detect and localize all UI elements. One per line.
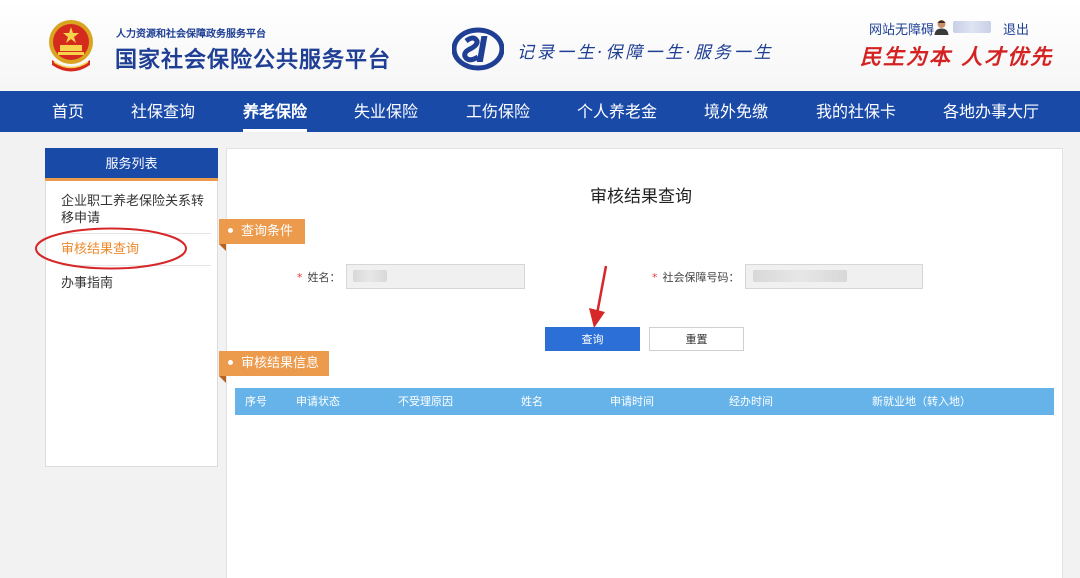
query-section-label: 查询条件 <box>241 224 294 239</box>
ribbon-fold <box>219 244 226 251</box>
main-nav: 首页 社保查询 养老保险 失业保险 工伤保险 个人养老金 境外免缴 我的社保卡 … <box>0 91 1080 132</box>
org-title: 国家社会保险公共服务平台 <box>115 48 392 73</box>
nav-item-unemployment-insurance[interactable]: 失业保险 <box>354 91 418 132</box>
result-section-label: 审核结果信息 <box>241 356 320 371</box>
result-table-header: 序号 申请状态 不受理原因 姓名 申请时间 经办时间 新就业地（转入地） <box>235 388 1054 415</box>
nav-item-home[interactable]: 首页 <box>52 91 84 132</box>
nav-item-overseas-exemption[interactable]: 境外免缴 <box>704 91 768 132</box>
sidebar-title: 服务列表 <box>45 148 218 181</box>
national-emblem-icon <box>49 20 93 72</box>
ssn-redacted <box>753 270 847 282</box>
column-header-apply-time: 申请时间 <box>610 395 654 408</box>
column-header-status: 申请状态 <box>296 395 340 408</box>
user-avatar-icon[interactable] <box>934 19 949 35</box>
service-sidebar: 服务列表 企业职工养老保险关系转移申请 审核结果查询 办事指南 <box>45 148 218 467</box>
column-header-index: 序号 <box>245 395 267 408</box>
sidebar-item-pension-transfer[interactable]: 企业职工养老保险关系转移申请 <box>61 193 208 227</box>
nav-item-personal-pension[interactable]: 个人养老金 <box>577 91 657 132</box>
bullet-icon <box>228 360 233 365</box>
ssn-field-label: * 社会保障号码： <box>652 271 740 284</box>
social-insurance-logo-icon <box>452 27 504 71</box>
nav-item-local-service-halls[interactable]: 各地办事大厅 <box>943 91 1039 132</box>
nav-item-pension-insurance[interactable]: 养老保险 <box>243 91 308 132</box>
nav-item-work-injury-insurance[interactable]: 工伤保险 <box>466 91 530 132</box>
column-header-reject-reason: 不受理原因 <box>398 395 453 408</box>
name-redacted <box>353 270 387 282</box>
org-subtitle: 人力资源和社会保障政务服务平台 <box>116 29 266 40</box>
column-header-handle-time: 经办时间 <box>729 395 773 408</box>
page-title: 审核结果查询 <box>590 187 692 207</box>
username-redacted <box>953 21 991 33</box>
main-panel <box>226 148 1063 578</box>
reset-button[interactable]: 重置 <box>649 327 744 351</box>
query-section-ribbon: 查询条件 <box>219 219 305 244</box>
highlight-circle-annotation <box>35 227 187 270</box>
result-section-ribbon: 审核结果信息 <box>219 351 329 376</box>
accessibility-link[interactable]: 网站无障碍 <box>869 19 934 38</box>
site-header: 人力资源和社会保障政务服务平台 国家社会保险公共服务平台 记录一生·保障一生·服… <box>0 0 1080 91</box>
column-header-new-employment-location: 新就业地（转入地） <box>872 395 971 408</box>
name-field-label: * 姓名： <box>297 271 341 284</box>
ribbon-fold <box>219 376 226 383</box>
pointer-arrow-annotation <box>589 265 608 328</box>
nav-item-social-security-query[interactable]: 社保查询 <box>131 91 195 132</box>
logout-link[interactable]: 退出 <box>1003 19 1029 38</box>
sidebar-item-service-guide[interactable]: 办事指南 <box>61 275 208 292</box>
column-header-name: 姓名 <box>521 395 543 408</box>
slogan: 记录一生·保障一生·服务一生 <box>517 43 774 63</box>
motto: 民生为本 人才优先 <box>860 44 1054 69</box>
query-button[interactable]: 查询 <box>545 327 640 351</box>
bullet-icon <box>228 228 233 233</box>
nav-item-my-social-security-card[interactable]: 我的社保卡 <box>816 91 896 132</box>
